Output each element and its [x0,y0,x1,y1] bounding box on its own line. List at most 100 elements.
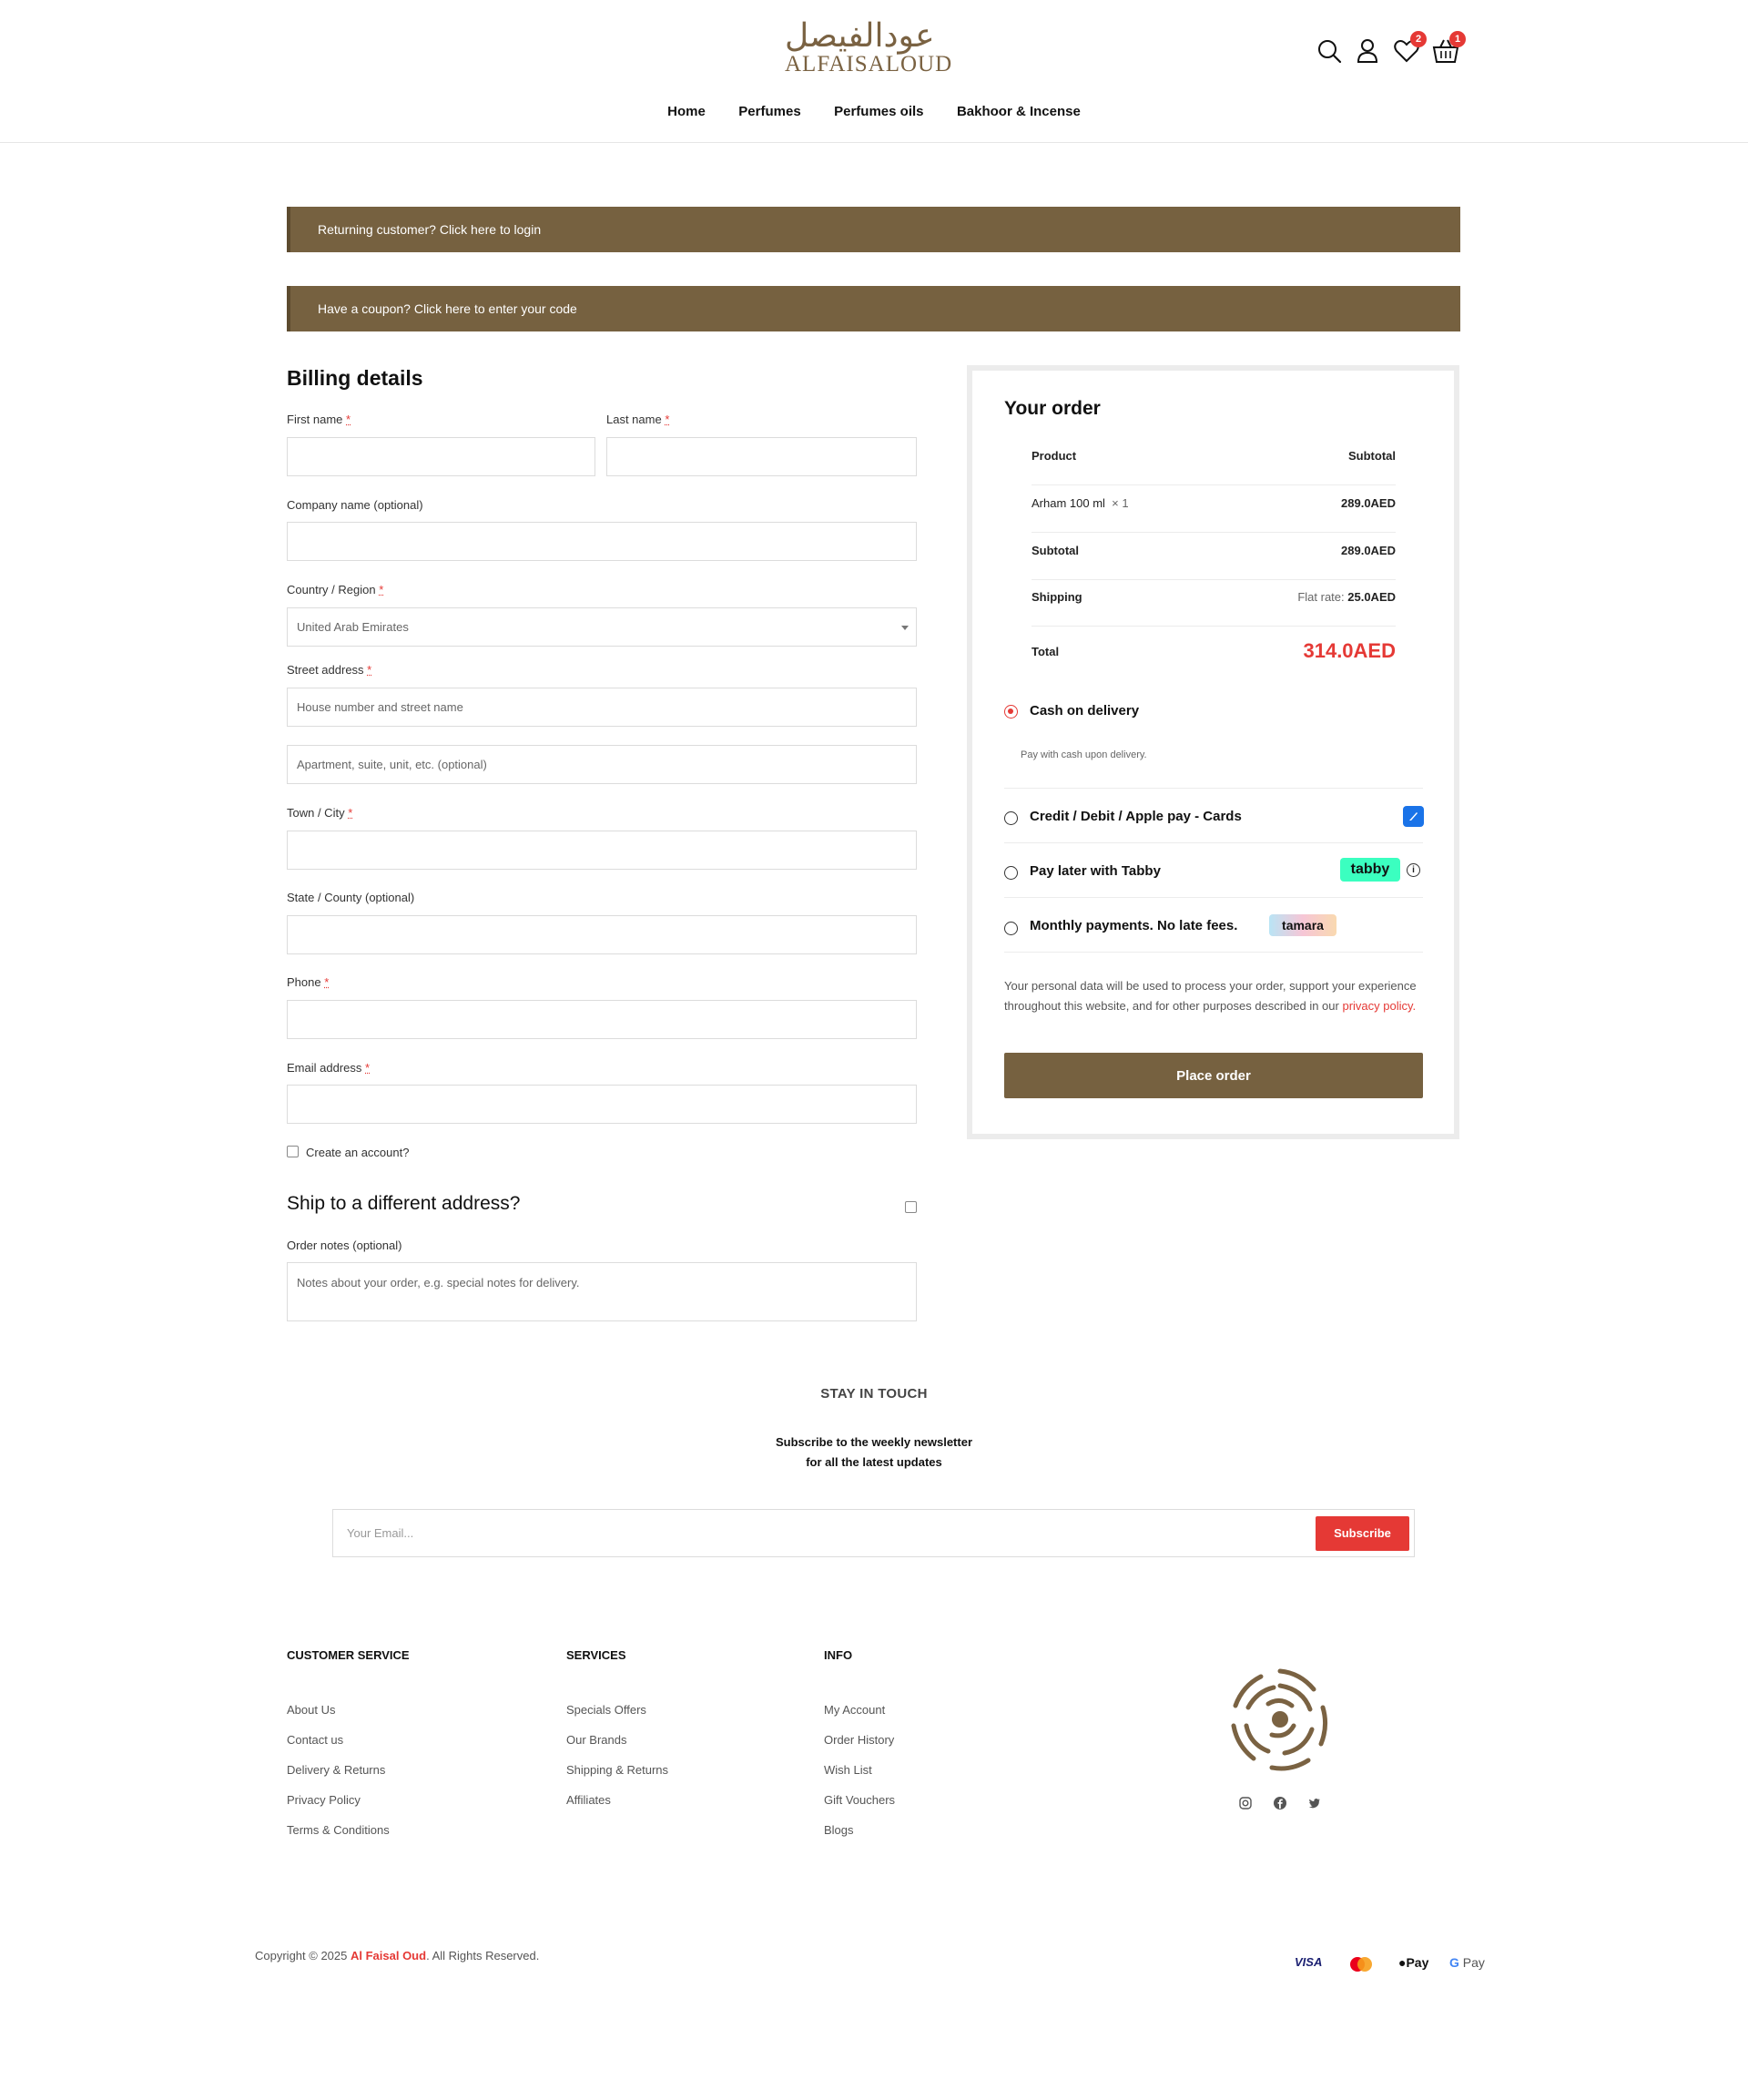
login-notice[interactable]: Returning customer? Click here to login [287,207,1460,252]
subscribe-button[interactable]: Subscribe [1316,1516,1409,1551]
footer-column-title: SERVICES [566,1648,626,1662]
total-row: Total 314.0AED [1032,639,1396,676]
order-table-header: Product Subtotal [1032,449,1396,485]
footer-link[interactable]: Our Brands [566,1725,668,1755]
newsletter-email-input[interactable]: Your Email... [347,1510,413,1556]
footer-link[interactable]: Affiliates [566,1785,668,1815]
ship-different-checkbox[interactable] [905,1201,917,1213]
privacy-notice: Your personal data will be used to proce… [1004,979,1417,1013]
divider [1004,952,1423,953]
info-icon[interactable]: i [1407,863,1420,877]
privacy-policy-link[interactable]: privacy policy. [1342,999,1416,1013]
shipping-row: Shipping Flat rate: 25.0AED [1032,590,1396,627]
footer-services: SERVICES Specials Offers Our Brands Ship… [566,1648,668,1815]
order-review-box: Your order Product Subtotal Arham 100 ml… [967,365,1459,1139]
order-item-row: Arham 100 ml × 1 289.0AED [1032,496,1396,533]
state-input[interactable] [287,915,917,954]
payment-tamara-radio[interactable] [1004,922,1018,935]
place-order-button[interactable]: Place order [1004,1053,1423,1098]
footer-column-title: CUSTOMER SERVICE [287,1648,410,1662]
street-address-input[interactable]: House number and street name [287,688,917,727]
footer-link[interactable]: Contact us [287,1725,410,1755]
site-header: عودالفيصل ALFAISALOUD 2 1 Home Perfumes … [0,0,1748,143]
wishlist-icon[interactable]: 2 [1390,31,1427,67]
brand-emblem [1214,1653,1347,1786]
street-label: Street address * [287,663,372,677]
account-icon[interactable] [1351,35,1384,67]
footer-info: INFO My Account Order History Wish List … [824,1648,895,1845]
col-subtotal: Subtotal [1348,449,1396,463]
nav-perfumes-oils[interactable]: Perfumes oils [834,104,923,119]
footer-link[interactable]: Blogs [824,1815,895,1845]
nav-perfumes[interactable]: Perfumes [738,104,800,119]
create-account-checkbox[interactable] [287,1146,299,1157]
footer-link[interactable]: About Us [287,1695,410,1725]
twitter-icon[interactable] [1307,1796,1322,1810]
main-nav: Home Perfumes Perfumes oils Bakhoor & In… [0,104,1748,120]
order-notes-textarea[interactable]: Notes about your order, e.g. special not… [287,1262,917,1321]
instagram-icon[interactable] [1238,1796,1253,1810]
header-icons: 2 1 [1313,31,1468,71]
card-provider-icon [1403,806,1424,827]
payment-icons: VISA ●Pay G Pay [1295,1953,1489,1975]
last-name-input[interactable] [606,437,917,476]
wishlist-count-badge: 2 [1410,31,1427,47]
copyright-brand-link[interactable]: Al Faisal Oud [351,1949,426,1962]
first-name-label: First name * [287,413,351,426]
order-title: Your order [1004,398,1101,419]
create-account-label[interactable]: Create an account? [306,1146,409,1159]
city-input[interactable] [287,831,917,870]
footer-link[interactable]: Wish List [824,1755,895,1785]
coupon-notice[interactable]: Have a coupon? Click here to enter your … [287,286,1460,331]
company-label: Company name (optional) [287,498,423,512]
footer-link[interactable]: Delivery & Returns [287,1755,410,1785]
facebook-icon[interactable] [1273,1796,1287,1810]
company-input[interactable] [287,522,917,561]
shipping-label: Shipping [1032,590,1082,604]
chevron-down-icon [901,626,909,630]
footer-link[interactable]: My Account [824,1695,895,1725]
footer-link[interactable]: Shipping & Returns [566,1755,668,1785]
cart-icon[interactable]: 1 [1429,31,1466,67]
nav-home[interactable]: Home [667,104,706,119]
email-label: Email address * [287,1061,371,1075]
billing-title: Billing details [287,366,423,390]
phone-label: Phone * [287,975,330,989]
apartment-input[interactable]: Apartment, suite, unit, etc. (optional) [287,745,917,784]
payment-cod-label[interactable]: Cash on delivery [1030,703,1139,719]
footer-link[interactable]: Gift Vouchers [824,1785,895,1815]
item-price: 289.0AED [1341,496,1396,510]
footer-link[interactable]: Order History [824,1725,895,1755]
subtotal-label: Subtotal [1032,544,1079,557]
payment-tabby-radio[interactable] [1004,866,1018,880]
payment-card-radio[interactable] [1004,811,1018,825]
payment-tabby-label[interactable]: Pay later with Tabby [1030,863,1161,879]
newsletter-heading: STAY IN TOUCH [820,1386,928,1402]
newsletter-form: Your Email... Subscribe [332,1509,1415,1557]
col-product: Product [1032,449,1077,463]
footer-link[interactable]: Privacy Policy [287,1785,410,1815]
logo-latin: ALFAISALOUD [785,52,953,76]
payment-cod-description: Pay with cash upon delivery. [1021,749,1147,760]
tabby-badge: tabby [1340,858,1400,882]
payment-card-label[interactable]: Credit / Debit / Apple pay - Cards [1030,809,1242,824]
footer-link[interactable]: Specials Offers [566,1695,668,1725]
first-name-input[interactable] [287,437,595,476]
state-label: State / County (optional) [287,891,415,904]
country-select[interactable]: United Arab Emirates [287,607,917,647]
nav-bakhoor-incense[interactable]: Bakhoor & Incense [957,104,1081,119]
payment-cod-radio[interactable] [1004,705,1018,719]
apple-pay-icon: ●Pay [1398,1955,1429,1970]
email-input[interactable] [287,1085,917,1124]
cart-count-badge: 1 [1449,31,1466,47]
site-logo[interactable]: عودالفيصل ALFAISALOUD [785,20,953,76]
city-label: Town / City * [287,806,353,820]
newsletter-line-1: Subscribe to the weekly newsletter [775,1435,973,1449]
item-name: Arham 100 ml × 1 [1032,496,1129,510]
shipping-value: Flat rate: 25.0AED [1297,590,1396,604]
footer-link[interactable]: Terms & Conditions [287,1815,410,1845]
payment-tamara-label[interactable]: Monthly payments. No late fees. [1030,918,1237,933]
search-icon[interactable] [1313,35,1346,67]
footer-customer-service: CUSTOMER SERVICE About Us Contact us Del… [287,1648,410,1845]
phone-input[interactable] [287,1000,917,1039]
